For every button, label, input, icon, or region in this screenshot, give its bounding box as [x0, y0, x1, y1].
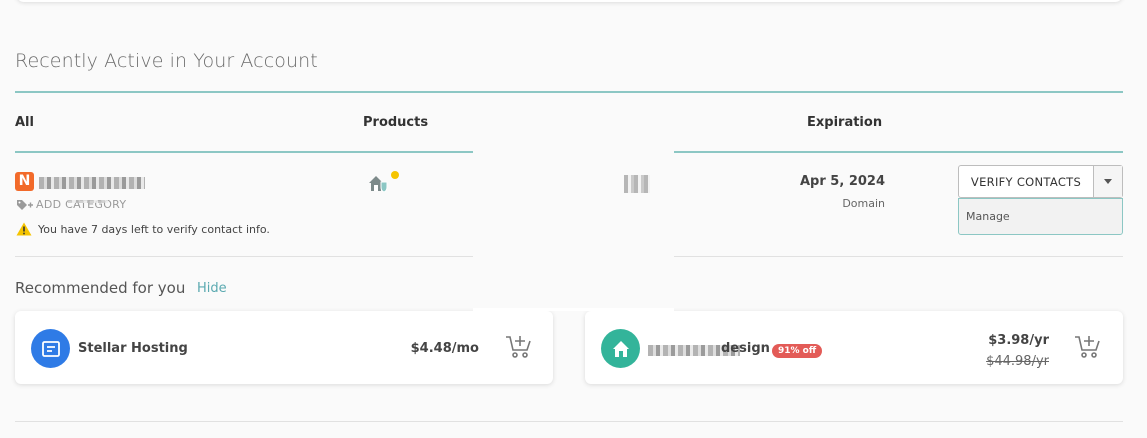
warning-text: You have 7 days left to verify contact i…: [38, 222, 270, 236]
add-to-cart-icon[interactable]: [505, 334, 533, 360]
hosting-icon: [31, 329, 70, 368]
verify-warning: You have 7 days left to verify contact i…: [16, 222, 270, 236]
overlay-patch: [473, 308, 674, 311]
product-price: $4.48/mo: [410, 341, 479, 356]
actions-dropdown: Manage: [958, 198, 1123, 235]
warning-icon: [16, 222, 32, 236]
recommended-title: Recommended for you: [15, 279, 186, 297]
expiration-date: Apr 5, 2024: [800, 174, 885, 189]
discount-badge: 91% off: [772, 344, 823, 358]
domain-privacy-icon: [369, 176, 388, 192]
row-divider-left: [15, 256, 473, 257]
chevron-down-icon[interactable]: [1094, 166, 1122, 197]
expiration-type: Domain: [842, 197, 885, 210]
bottom-rule: [15, 421, 1123, 422]
header-bottom-rule-right: [674, 151, 1123, 153]
row-divider-right: [674, 256, 1123, 257]
verify-contacts-split-button: VERIFY CONTACTS: [958, 165, 1123, 198]
home-icon: [601, 329, 640, 368]
column-all[interactable]: All: [15, 115, 34, 130]
product-name: Stellar Hosting: [78, 341, 188, 356]
recommendation-card-hosting[interactable]: Stellar Hosting $4.48/mo: [15, 311, 553, 384]
section-title: Recently Active in Your Account: [15, 50, 318, 72]
verify-contacts-button[interactable]: VERIFY CONTACTS: [959, 166, 1094, 197]
category-redacted: [68, 200, 108, 203]
domain-name-redacted[interactable]: [39, 177, 145, 189]
column-products[interactable]: Products: [363, 115, 428, 130]
namecheap-logo-icon: N: [15, 172, 34, 191]
hide-recommended-link[interactable]: Hide: [197, 281, 227, 296]
status-dot: [391, 171, 399, 179]
product-name-suffix: design: [721, 341, 770, 356]
recommendation-card-domain[interactable]: design 91% off $3.98/yr $44.98/yr: [585, 311, 1123, 384]
tag-plus-icon: [17, 199, 33, 210]
header-top-rule: [15, 91, 1123, 93]
product-price: $3.98/yr: [988, 333, 1049, 348]
redacted-cell: [624, 175, 650, 193]
manage-option[interactable]: Manage: [959, 199, 1122, 223]
top-card-edge: [16, 0, 1123, 2]
add-to-cart-icon[interactable]: [1074, 334, 1102, 360]
original-price: $44.98/yr: [986, 354, 1049, 369]
column-expiration[interactable]: Expiration: [807, 115, 882, 130]
header-bottom-rule-left: [15, 151, 473, 153]
